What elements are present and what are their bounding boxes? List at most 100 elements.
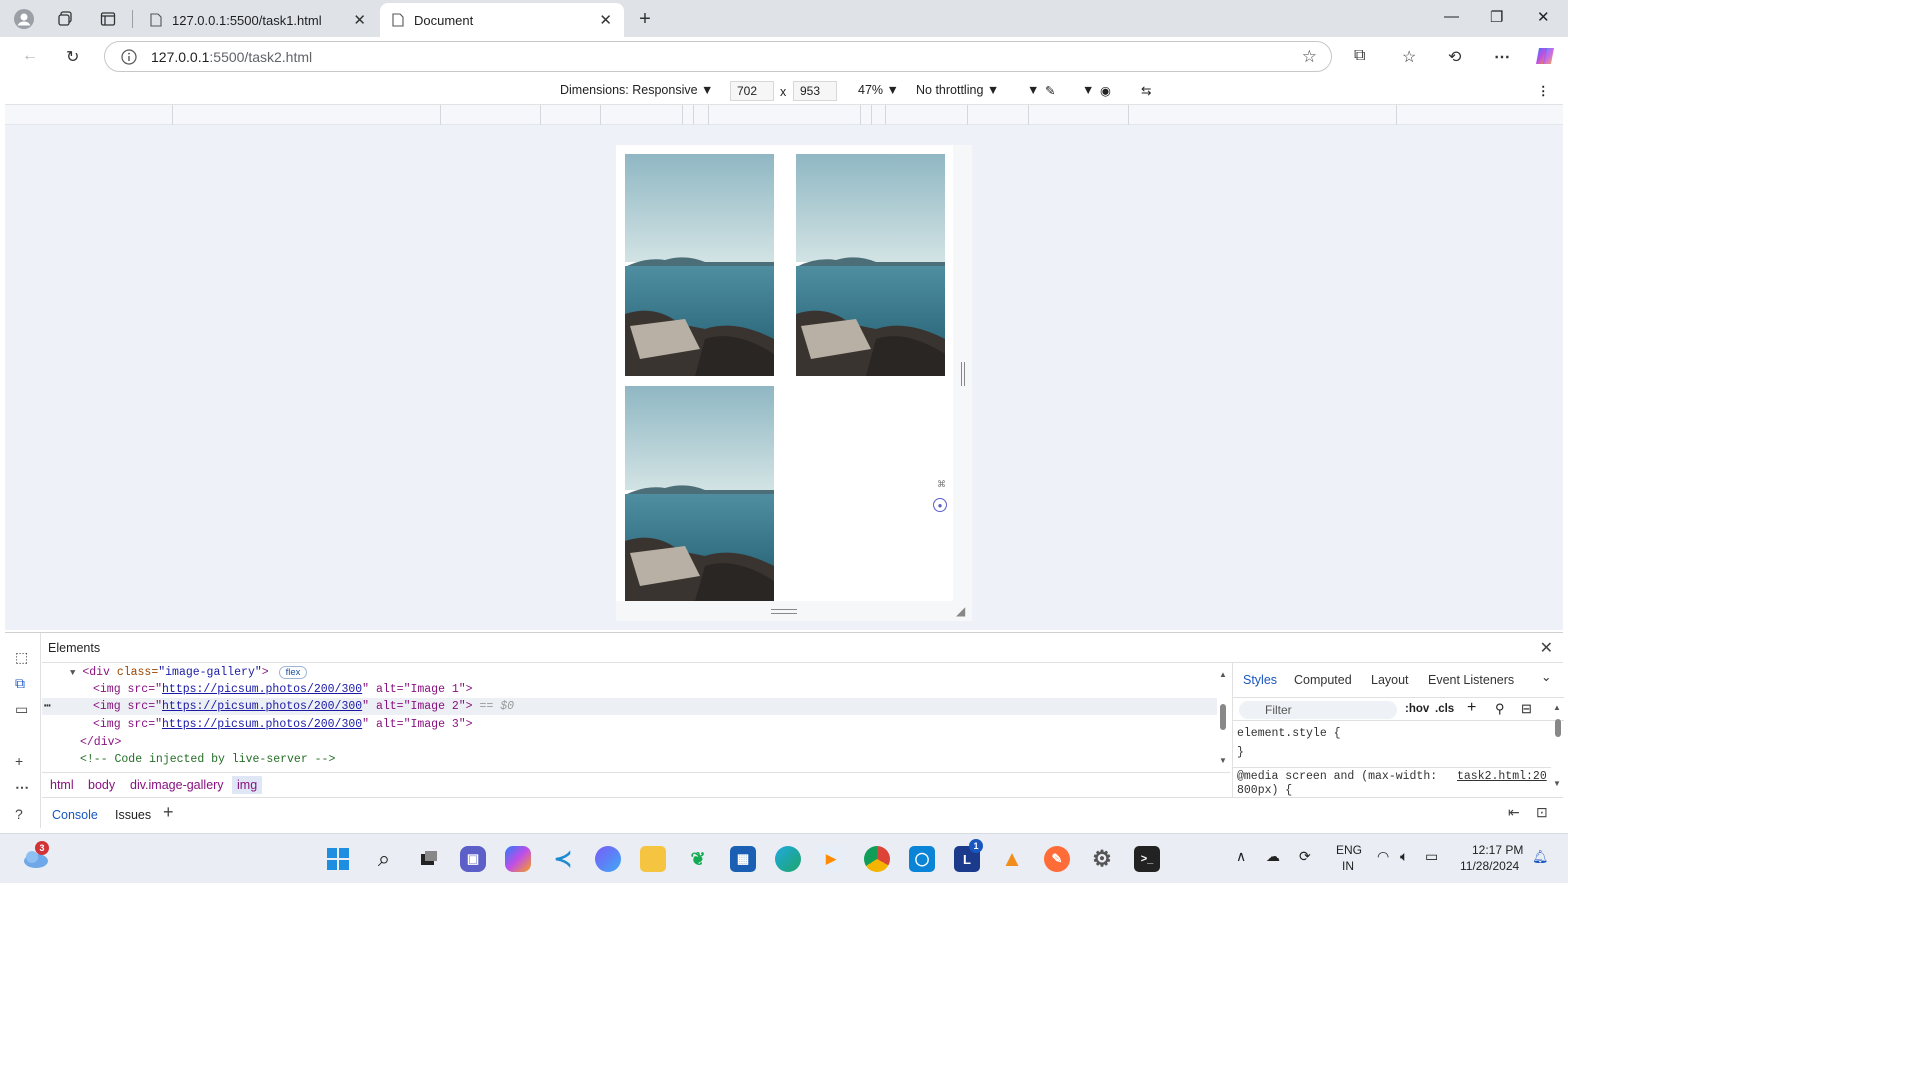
chrome-icon[interactable]	[864, 846, 890, 872]
volume-icon[interactable]: 🔈︎	[1400, 848, 1408, 865]
inspect-icon[interactable]: ⬚	[15, 649, 28, 666]
tab-task1[interactable]: 127.0.0.1:5500/task1.html ✕	[138, 3, 378, 37]
new-tab-icon[interactable]: +	[634, 8, 656, 30]
dom-node-div[interactable]: ▼ <div class="image-gallery"> flex	[42, 664, 1217, 681]
scroll-down-icon[interactable]: ▼	[1219, 756, 1227, 765]
device-more-icon[interactable]: ⋮	[1537, 83, 1550, 98]
app-ring-icon[interactable]: ◯	[909, 846, 935, 872]
dropdown-arrow-icon[interactable]: ▼	[1027, 83, 1039, 97]
flex-badge[interactable]: flex	[278, 666, 308, 679]
minimize-icon[interactable]: —	[1444, 8, 1459, 25]
address-bar[interactable]: 127.0.0.1:5500/task2.html ☆	[104, 41, 1332, 72]
breadcrumb-img[interactable]: img	[232, 776, 263, 794]
tab-issues[interactable]: Issues	[115, 808, 151, 822]
gallery-image-3[interactable]	[625, 386, 774, 601]
dom-node-comment[interactable]: <!-- Code injected by live-server -->	[42, 751, 1217, 768]
favorite-star-icon[interactable]: ☆	[1302, 47, 1317, 67]
dropdown-arrow-icon[interactable]: ▼	[1082, 83, 1094, 97]
chevron-down-icon[interactable]: ⌄	[1541, 669, 1551, 684]
scroll-thumb[interactable]	[1555, 719, 1561, 737]
close-window-icon[interactable]: ✕	[1537, 8, 1550, 26]
terminal-icon[interactable]: >_	[1134, 846, 1160, 872]
favorites-icon[interactable]: ☆	[1402, 47, 1416, 67]
resize-grip-horizontal[interactable]	[771, 609, 797, 614]
copilot-app-icon[interactable]	[505, 846, 531, 872]
paint-brush-icon[interactable]: ⚲	[1495, 701, 1505, 717]
sidebar-toggle-icon[interactable]: ⊟	[1521, 701, 1532, 717]
media-player-icon[interactable]: ▶	[818, 846, 844, 872]
width-input[interactable]	[730, 81, 774, 101]
info-icon[interactable]	[121, 48, 137, 65]
gallery-image-2[interactable]	[796, 154, 945, 376]
settings-icon[interactable]: ⚙	[1089, 846, 1115, 872]
hov-toggle[interactable]: :hov	[1405, 703, 1429, 715]
cls-toggle[interactable]: .cls	[1435, 703, 1454, 715]
resize-corner-icon[interactable]: ◢	[956, 604, 965, 618]
media-query-ruler[interactable]	[5, 105, 1563, 125]
close-icon[interactable]: ✕	[599, 11, 612, 29]
extension-overlay-icon[interactable]: ⌘	[937, 479, 946, 490]
throttling-dropdown[interactable]: No throttling ▼	[916, 83, 999, 97]
postman-icon[interactable]: ✎	[1044, 846, 1070, 872]
device-toggle-icon[interactable]: ⧉	[15, 675, 25, 692]
expand-arrow-icon[interactable]: ▼	[70, 668, 75, 678]
add-tool-icon[interactable]: +	[15, 753, 23, 769]
mongodb-icon[interactable]: ❦	[685, 846, 711, 872]
dimensions-dropdown[interactable]: Dimensions: Responsive ▼	[560, 83, 713, 97]
edge-icon[interactable]	[775, 846, 801, 872]
back-icon[interactable]: ←	[22, 47, 38, 65]
rule-source-link[interactable]: task2.html:20	[1457, 770, 1547, 783]
tray-chevron-icon[interactable]: ∧	[1236, 848, 1246, 865]
vision-deficiency-icon[interactable]: ◉	[1100, 83, 1111, 98]
workspaces-icon[interactable]	[54, 8, 76, 30]
tab-event-listeners[interactable]: Event Listeners	[1428, 673, 1514, 687]
notification-bell-icon[interactable]: 🔔︎	[1532, 849, 1549, 865]
rotate-icon[interactable]: ⇆	[1141, 83, 1151, 98]
scroll-up-icon[interactable]: ▲	[1219, 670, 1227, 679]
weather-icon[interactable]: 3	[22, 841, 50, 872]
store-icon[interactable]: ▦	[730, 846, 756, 872]
eyedropper-icon[interactable]: ✎	[1045, 83, 1055, 98]
toggle-drawer-icon[interactable]: ⊡	[1536, 804, 1548, 821]
search-icon[interactable]: ⌕	[371, 846, 397, 872]
close-devtools-icon[interactable]: ✕	[1540, 638, 1553, 658]
refresh-icon[interactable]: ↻	[66, 47, 79, 67]
dom-node-close-div[interactable]: </div>	[42, 734, 1217, 751]
scroll-thumb[interactable]	[1220, 704, 1226, 730]
new-rule-icon[interactable]: +	[1467, 699, 1476, 717]
styles-scrollbar[interactable]: ▲ ▼	[1553, 703, 1563, 793]
copilot-icon[interactable]	[1534, 45, 1556, 72]
sync-icon[interactable]: ⟳	[1299, 848, 1311, 865]
teams-icon[interactable]: ▣	[460, 846, 486, 872]
breadcrumb-body[interactable]: body	[88, 778, 115, 792]
more-tools-icon[interactable]: ⋯	[15, 779, 29, 796]
profile-icon[interactable]	[13, 8, 35, 30]
tab-document[interactable]: Document ✕	[380, 3, 624, 37]
clock-date[interactable]: 11/28/2024	[1460, 859, 1519, 873]
tab-layout[interactable]: Layout	[1371, 673, 1409, 687]
assistant-overlay-icon[interactable]: ●	[933, 498, 947, 512]
dom-node-img[interactable]: <img src="https://picsum.photos/200/300"…	[42, 681, 1217, 698]
url-text[interactable]: 127.0.0.1:5500/task2.html	[151, 49, 312, 65]
breadcrumb-html[interactable]: html	[50, 778, 74, 792]
resize-grip-vertical[interactable]	[961, 362, 965, 386]
start-icon[interactable]	[325, 846, 351, 872]
scroll-down-icon[interactable]: ▼	[1553, 779, 1561, 788]
history-icon[interactable]: ⟲	[1448, 47, 1461, 67]
wifi-icon[interactable]: ◠	[1377, 848, 1389, 865]
task-view-icon[interactable]	[416, 846, 442, 872]
file-explorer-icon[interactable]	[640, 846, 666, 872]
extensions-icon[interactable]: ⧉	[1354, 47, 1365, 65]
language-primary[interactable]: ENG	[1336, 843, 1362, 857]
vlc-icon[interactable]: ▲	[999, 846, 1025, 872]
dock-drawer-icon[interactable]: ⇤	[1508, 804, 1520, 821]
clock-time[interactable]: 12:17 PM	[1472, 843, 1523, 857]
zoom-dropdown[interactable]: 47% ▼	[858, 83, 899, 97]
add-drawer-tab-icon[interactable]: +	[163, 802, 174, 823]
dom-tree[interactable]: ▼ <div class="image-gallery"> flex <img …	[42, 663, 1217, 771]
help-icon[interactable]: ?	[15, 806, 23, 822]
language-secondary[interactable]: IN	[1342, 859, 1354, 873]
element-style-rule[interactable]: element.style { }	[1237, 727, 1341, 759]
tab-computed[interactable]: Computed	[1294, 673, 1352, 687]
styles-filter-input[interactable]: Filter	[1239, 701, 1397, 719]
